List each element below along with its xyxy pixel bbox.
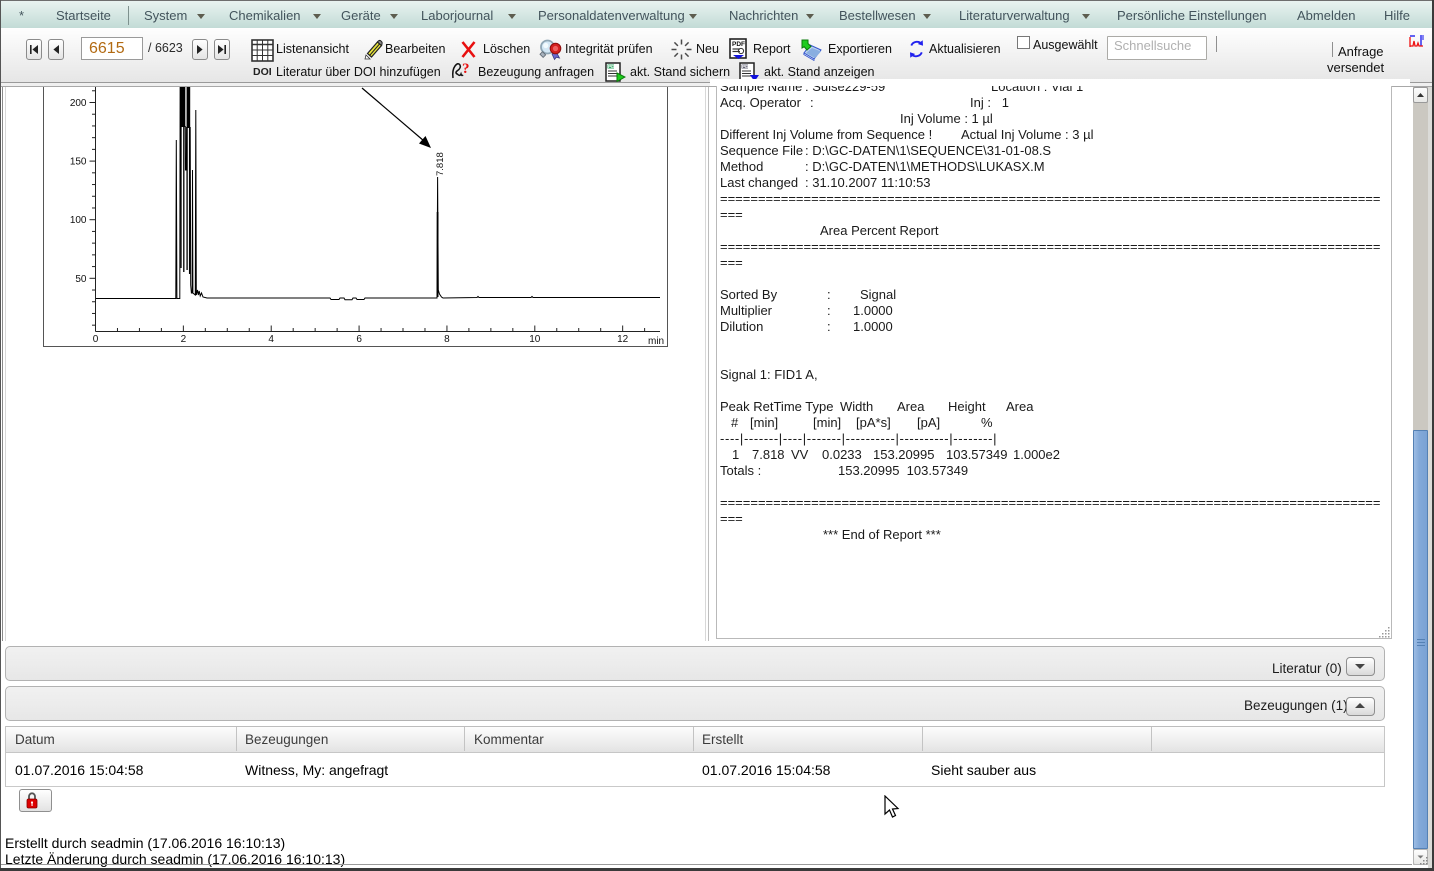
- svg-text:4: 4: [268, 334, 274, 345]
- svg-text:10: 10: [529, 334, 541, 345]
- svg-text:100: 100: [70, 215, 87, 226]
- svg-text:12: 12: [617, 334, 629, 345]
- svg-text:200: 200: [70, 98, 87, 109]
- svg-text:0: 0: [93, 334, 99, 345]
- svg-text:7.818: 7.818: [435, 152, 446, 176]
- svg-text:2: 2: [181, 334, 187, 345]
- svg-text:8: 8: [444, 334, 450, 345]
- svg-text:PDF: PDF: [742, 64, 751, 69]
- svg-text:150: 150: [70, 157, 87, 168]
- svg-text:?: ?: [462, 61, 470, 77]
- svg-text:PDF: PDF: [732, 41, 745, 48]
- svg-text:50: 50: [75, 274, 87, 285]
- svg-text:PDF: PDF: [608, 64, 617, 69]
- svg-text:6: 6: [356, 334, 362, 345]
- svg-text:min: min: [648, 336, 664, 347]
